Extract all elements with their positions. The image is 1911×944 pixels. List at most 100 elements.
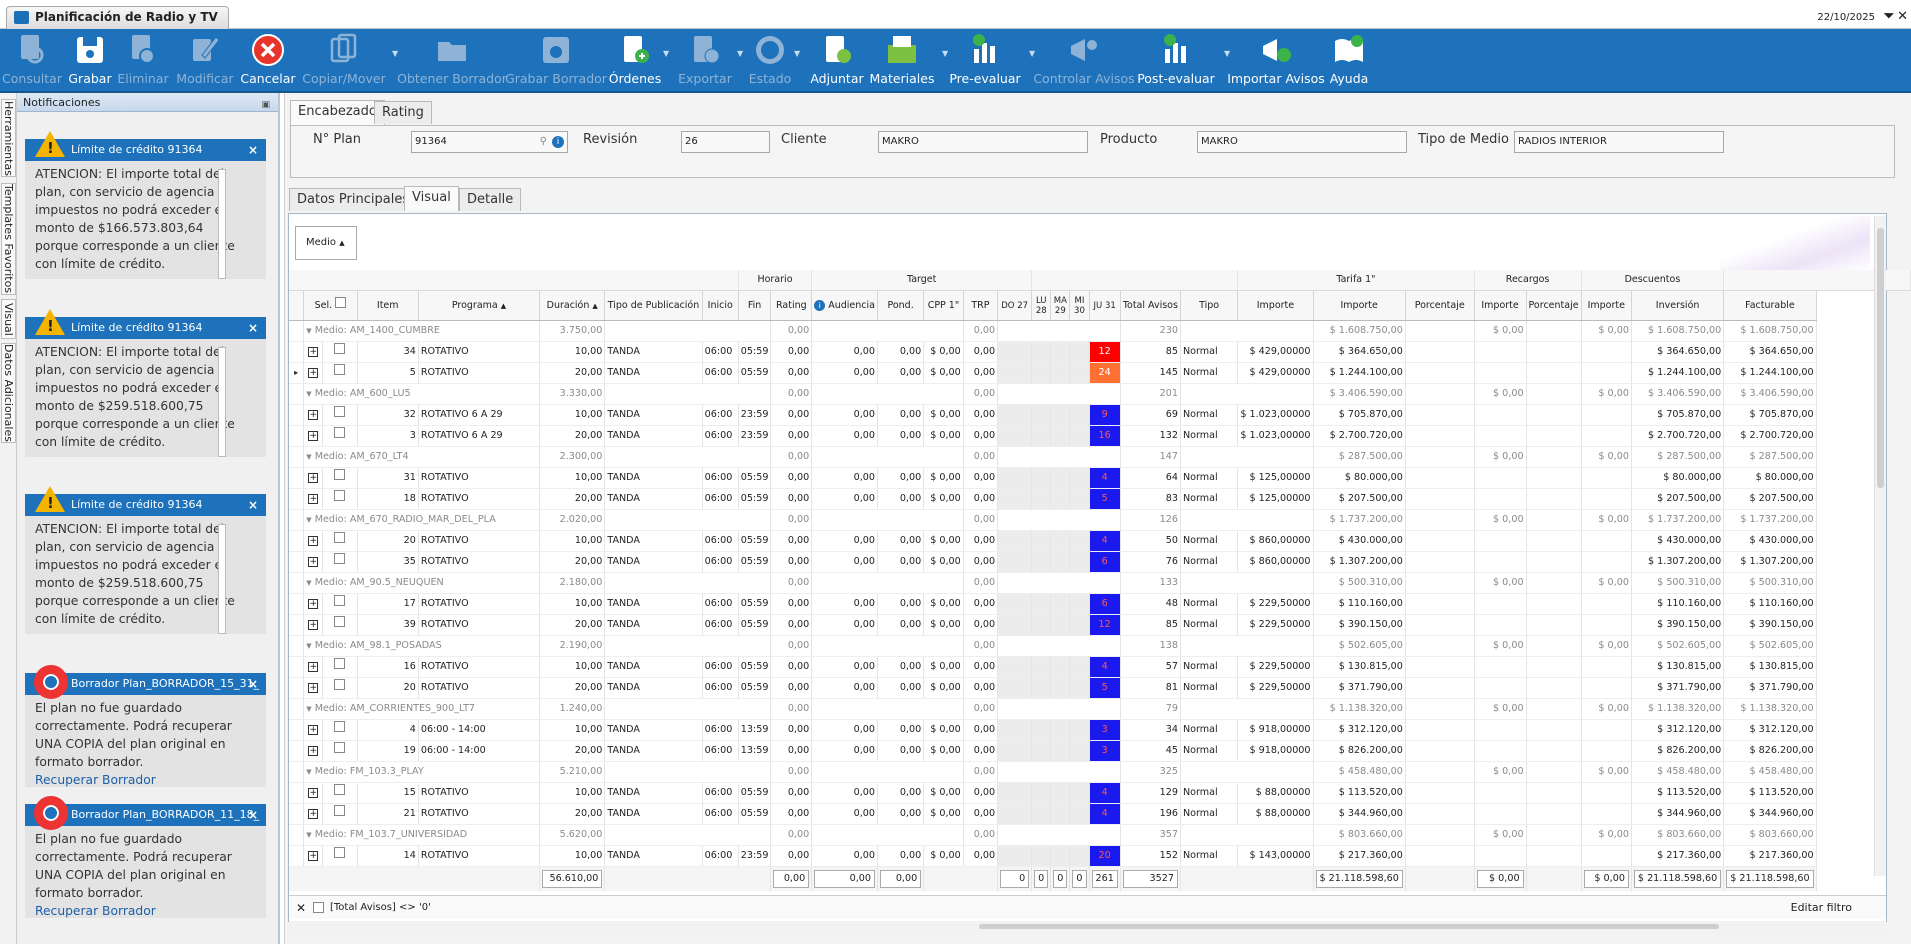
col-header-rating[interactable]: Rating — [770, 290, 813, 321]
group-row[interactable]: ▼ Medio: AM_600_LU5 3.330,00 0,00 0,00 201 $ … — [289, 383, 1911, 405]
recover-draft-link[interactable]: Recuperar Borrador — [35, 773, 156, 787]
tab-detalle[interactable]: Detalle — [459, 188, 522, 211]
cell-ma[interactable] — [1050, 530, 1071, 552]
cell-ju[interactable]: 4 — [1089, 467, 1121, 489]
select-cell[interactable] — [322, 803, 358, 825]
cell-do[interactable] — [997, 404, 1033, 426]
table-row[interactable]: +19 06:00 - 14:00 20,00 TANDA 06:00 13:59 0,00… — [289, 740, 1911, 762]
cliente-field[interactable]: MAKRO — [878, 131, 1088, 153]
col-header-inicio[interactable]: Inicio — [702, 290, 739, 321]
cell-mi[interactable] — [1069, 845, 1090, 867]
cell-lu[interactable] — [1031, 719, 1052, 741]
cell-ma[interactable] — [1050, 404, 1071, 426]
cell-ma[interactable] — [1050, 845, 1071, 867]
col-header-fin[interactable]: Fin — [738, 290, 772, 321]
table-row[interactable]: +20 ROTATIVO 20,00 TANDA 06:00 05:59 0,00 0,00 0… — [289, 677, 1911, 699]
col-header-duracion[interactable]: Duración ▲ — [539, 290, 606, 321]
producto-field[interactable]: MAKRO — [1197, 131, 1407, 153]
cell-ju[interactable]: 4 — [1089, 782, 1121, 804]
expand-icon[interactable]: + — [308, 368, 319, 378]
recover-draft-link[interactable]: Recuperar Borrador — [35, 904, 156, 918]
row-checkbox[interactable] — [334, 490, 346, 501]
group-cell[interactable]: ▼ Medio: AM_CORRIENTES_900_LT7 — [303, 698, 541, 720]
col-header-ma[interactable]: MA 29 — [1050, 290, 1071, 321]
tipo-medio-field[interactable]: RADIOS INTERIOR — [1514, 131, 1724, 153]
table-row[interactable]: +14 ROTATIVO 10,00 TANDA 06:00 23:59 0,00 0,00 0… — [289, 845, 1911, 867]
cell-ma[interactable] — [1050, 719, 1071, 741]
cell-mi[interactable] — [1069, 656, 1090, 678]
col-header-item[interactable]: Item — [357, 290, 419, 321]
row-checkbox[interactable] — [334, 742, 346, 753]
cell-lu[interactable] — [1031, 362, 1052, 384]
expand-icon[interactable]: + — [308, 557, 319, 567]
revision-field[interactable]: 26 — [681, 131, 770, 153]
collapse-icon[interactable]: ▼ — [306, 831, 311, 839]
materiales-button[interactable]: Materiales ▼ — [858, 29, 948, 93]
expand-cell[interactable]: + — [303, 530, 324, 552]
side-tab-templates[interactable]: Templates Favoritos — [1, 183, 16, 295]
cell-do[interactable] — [997, 803, 1033, 825]
cell-mi[interactable] — [1069, 425, 1090, 447]
notification-scrollbar[interactable] — [218, 169, 226, 279]
table-row[interactable]: +18 ROTATIVO 20,00 TANDA 06:00 05:59 0,00 0,00 0… — [289, 488, 1911, 510]
cell-ma[interactable] — [1050, 467, 1071, 489]
side-tab-visual[interactable]: Visual — [1, 299, 16, 339]
expand-icon[interactable]: + — [308, 347, 319, 357]
expand-cell[interactable]: + — [303, 803, 324, 825]
expand-cell[interactable]: + — [303, 677, 324, 699]
row-checkbox[interactable] — [334, 532, 346, 543]
expand-icon[interactable]: + — [308, 473, 319, 483]
search-icon[interactable]: ⚲ — [540, 132, 547, 152]
select-cell[interactable] — [322, 782, 358, 804]
cell-ju[interactable]: 5 — [1089, 677, 1121, 699]
cell-ma[interactable] — [1050, 551, 1071, 573]
cell-lu[interactable] — [1031, 803, 1052, 825]
expand-cell[interactable]: + — [303, 551, 324, 573]
group-cell[interactable]: ▼ Medio: FM_103.7_UNIVERSIDAD — [303, 824, 541, 846]
table-row[interactable]: +39 ROTATIVO 20,00 TANDA 06:00 05:59 0,00 0,00 0… — [289, 614, 1911, 636]
cell-do[interactable] — [997, 719, 1033, 741]
pin-icon[interactable]: ▣ — [261, 96, 270, 115]
cell-ma[interactable] — [1050, 803, 1071, 825]
cell-do[interactable] — [997, 614, 1033, 636]
cell-mi[interactable] — [1069, 593, 1090, 615]
notification-scrollbar[interactable] — [218, 524, 226, 634]
group-row[interactable]: ▼ Medio: AM_98.1_POSADAS 2.190,00 0,00 0,00… — [289, 635, 1911, 657]
cell-do[interactable] — [997, 782, 1033, 804]
col-header-trp[interactable]: TRP — [963, 290, 999, 321]
cell-ma[interactable] — [1050, 677, 1071, 699]
group-row[interactable]: ▼ Medio: AM_1400_CUMBRE 3.750,00 0,00 0,00 2… — [289, 320, 1911, 342]
cell-ju[interactable]: 4 — [1089, 656, 1121, 678]
vertical-scroll-thumb[interactable] — [1877, 228, 1884, 488]
expand-icon[interactable]: + — [308, 725, 319, 735]
table-row[interactable]: +21 ROTATIVO 20,00 TANDA 06:00 05:59 0,00 0,00 0… — [289, 803, 1911, 825]
group-row[interactable]: ▼ Medio: FM_103.7_UNIVERSIDAD 5.620,00 0,0… — [289, 824, 1911, 846]
expand-cell[interactable]: + — [303, 488, 324, 510]
cell-do[interactable] — [997, 488, 1033, 510]
row-checkbox[interactable] — [334, 679, 346, 690]
row-checkbox[interactable] — [334, 553, 346, 564]
table-row[interactable]: +20 ROTATIVO 10,00 TANDA 06:00 05:59 0,00 0,00 0… — [289, 530, 1911, 552]
col-header-facturable[interactable]: Facturable — [1723, 290, 1817, 321]
select-cell[interactable] — [322, 845, 358, 867]
collapse-icon[interactable]: ▼ — [306, 579, 311, 587]
tab-datos-principales[interactable]: Datos Principales — [289, 188, 418, 211]
table-row[interactable]: ▸ +5 ROTATIVO 20,00 TANDA 06:00 05:59 0,00 0,00 0… — [289, 362, 1911, 384]
select-cell[interactable] — [322, 656, 358, 678]
cell-ma[interactable] — [1050, 488, 1071, 510]
cell-mi[interactable] — [1069, 467, 1090, 489]
cell-lu[interactable] — [1031, 467, 1052, 489]
cell-ju[interactable]: 3 — [1089, 740, 1121, 762]
close-icon[interactable]: × — [248, 494, 258, 516]
tab-rating[interactable]: Rating — [374, 101, 432, 124]
expand-icon[interactable]: + — [308, 788, 319, 798]
cell-do[interactable] — [997, 341, 1033, 363]
expand-icon[interactable]: + — [308, 809, 319, 819]
cell-lu[interactable] — [1031, 341, 1052, 363]
cell-lu[interactable] — [1031, 551, 1052, 573]
close-icon[interactable]: ✕ — [1897, 9, 1908, 24]
table-row[interactable]: +35 ROTATIVO 20,00 TANDA 06:00 05:59 0,00 0,00 0… — [289, 551, 1911, 573]
row-checkbox[interactable] — [334, 595, 346, 606]
select-all-checkbox[interactable] — [335, 296, 347, 308]
cell-ju[interactable]: 5 — [1089, 488, 1121, 510]
